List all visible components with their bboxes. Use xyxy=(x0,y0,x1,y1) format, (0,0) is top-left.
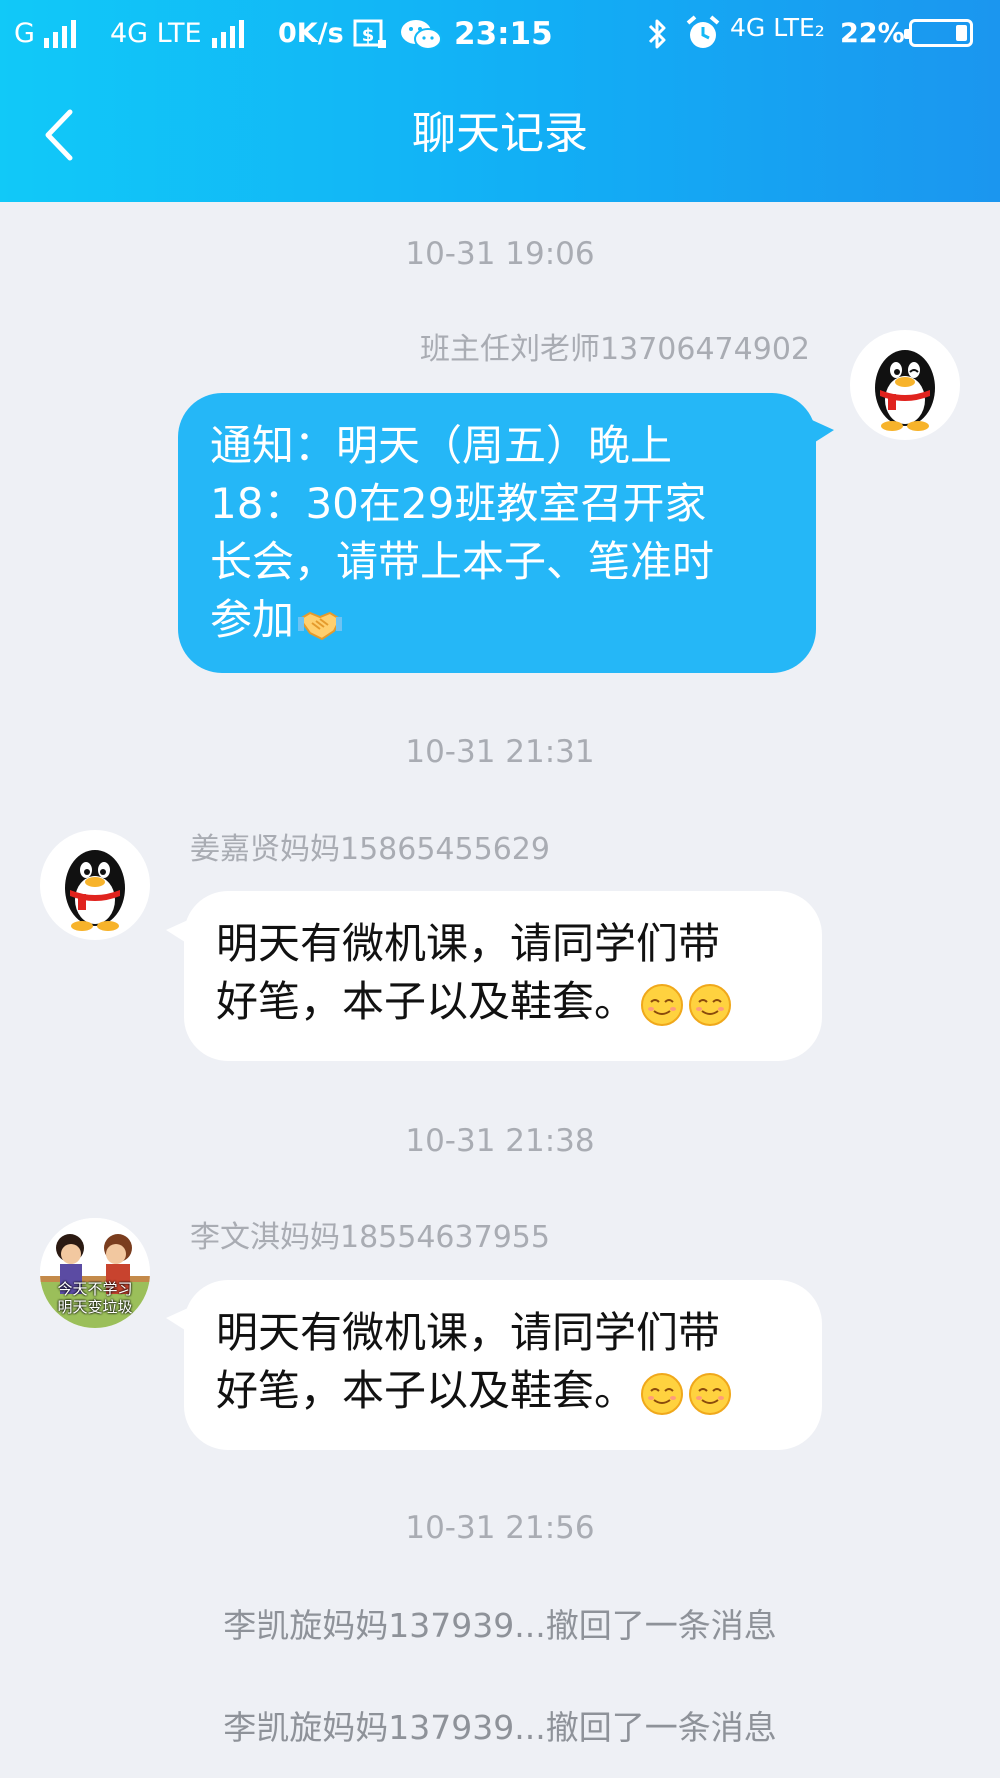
message-timestamp: 10-31 19:06 xyxy=(405,236,595,272)
clock-time: 23:15 xyxy=(454,16,553,52)
sender-name: 李文淇妈妈18554637955 xyxy=(190,1220,550,1255)
nav-bar: 聊天记录 xyxy=(0,68,1000,202)
smile-emoji xyxy=(641,983,684,1026)
avatar-caption: 今天不学习 明天变垃圾 xyxy=(57,1280,133,1316)
message-text: 通知：明天（周五）晚上 18：30在29班教室召开家 长会，请带上本子、笔准时 … xyxy=(210,421,715,644)
network-type-2: 4G LTE₂ xyxy=(730,13,825,42)
qq-penguin-avatar[interactable] xyxy=(850,330,960,440)
message-timestamp: 10-31 21:31 xyxy=(405,734,595,770)
message-bubble[interactable]: 明天有微机课，请同学们带 好笔，本子以及鞋套。 xyxy=(184,1280,822,1450)
message-timestamp: 10-31 21:38 xyxy=(405,1123,595,1159)
sender-name: 姜嘉贤妈妈15865455629 xyxy=(190,832,550,867)
battery-percent: 22% xyxy=(840,18,905,49)
svg-text:$: $ xyxy=(362,25,375,46)
qq-penguin-avatar[interactable] xyxy=(40,830,150,940)
message-bubble[interactable]: 通知：明天（周五）晚上 18：30在29班教室召开家 长会，请带上本子、笔准时 … xyxy=(178,393,816,673)
wechat-icon xyxy=(401,20,442,50)
battery-icon xyxy=(904,19,973,47)
alarm-icon xyxy=(686,15,720,48)
smile-emoji xyxy=(641,1372,684,1415)
carrier-2-label: 4G LTE xyxy=(110,18,202,49)
smile-emoji xyxy=(689,1372,732,1415)
cartoon-photo-avatar[interactable]: 今天不学习 明天变垃圾 xyxy=(40,1218,150,1328)
recall-notice: 李凯旋妈妈137939...撤回了一条消息 xyxy=(223,1708,777,1747)
data-saver-icon: $ xyxy=(353,19,386,48)
app-header: G 4G LTE 0K/s $ 23:15 4G LTE₂ 22% 聊天记录 xyxy=(0,0,1000,202)
carrier-1-label: G xyxy=(14,18,35,49)
smile-emoji xyxy=(689,983,732,1026)
bubble-tail xyxy=(812,420,834,444)
bluetooth-icon xyxy=(648,19,666,49)
recall-notice: 李凯旋妈妈137939...撤回了一条消息 xyxy=(223,1606,777,1645)
signal-icon xyxy=(212,18,244,48)
network-speed: 0K/s xyxy=(278,18,344,49)
status-bar: G 4G LTE 0K/s $ 23:15 4G LTE₂ 22% xyxy=(0,0,1000,68)
signal-icon xyxy=(44,18,76,48)
page-title: 聊天记录 xyxy=(412,108,588,159)
message-timestamp: 10-31 21:56 xyxy=(405,1510,595,1546)
message-bubble[interactable]: 明天有微机课，请同学们带 好笔，本子以及鞋套。 xyxy=(184,891,822,1061)
handshake-emoji xyxy=(298,611,343,640)
sender-name: 班主任刘老师13706474902 xyxy=(420,332,810,367)
